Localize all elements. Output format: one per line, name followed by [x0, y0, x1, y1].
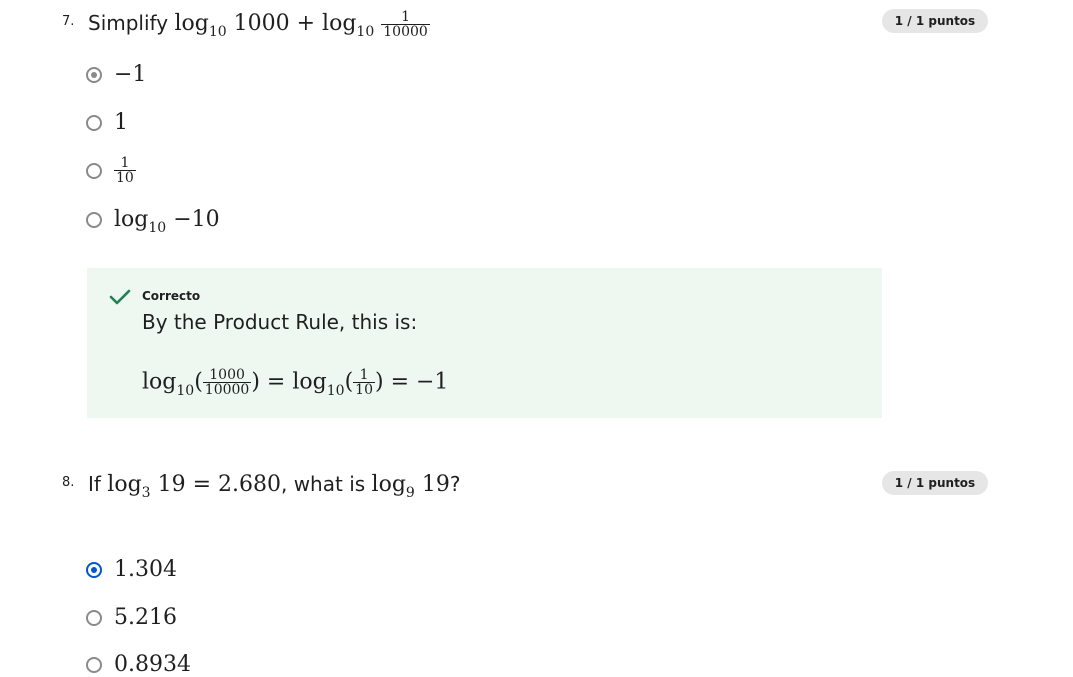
radio-button[interactable]: [86, 211, 102, 228]
option-label: log10 −10: [114, 207, 220, 236]
question-number: 8.: [62, 475, 75, 490]
feedback-panel: Correcto By the Product Rule, this is: l…: [87, 268, 882, 418]
option-label: 1: [114, 110, 128, 135]
radio-button[interactable]: [86, 656, 102, 673]
answer-option[interactable]: 5.216: [86, 605, 177, 630]
option-label: 1 10: [114, 155, 136, 186]
answer-option[interactable]: 1 10: [86, 156, 136, 185]
option-label: 1.304: [114, 557, 177, 582]
radio-button[interactable]: [86, 114, 102, 131]
points-badge: 1 / 1 puntos: [882, 471, 988, 495]
option-label: 0.8934: [114, 652, 191, 677]
answer-option[interactable]: −1: [86, 62, 146, 87]
answer-option[interactable]: log10 −10: [86, 207, 220, 236]
answer-option[interactable]: 0.8934: [86, 652, 191, 677]
question-number: 7.: [62, 14, 75, 29]
feedback-equation: log10(1000 10000) = log10(1 10) = −1: [142, 367, 449, 399]
radio-button[interactable]: [86, 66, 102, 83]
feedback-text: By the Product Rule, this is:: [142, 310, 418, 334]
check-icon: [109, 289, 131, 305]
feedback-title: Correcto: [142, 289, 201, 303]
radio-button[interactable]: [86, 162, 102, 179]
option-label: 5.216: [114, 605, 177, 630]
radio-button[interactable]: [86, 561, 102, 578]
points-badge: 1 / 1 puntos: [882, 9, 988, 33]
option-label: −1: [114, 62, 147, 87]
question-text: If log3 19 = 2.680, what is log9 19?: [88, 472, 461, 501]
question-text: Simplify log10 1000 + log10 1 10000: [88, 9, 430, 40]
radio-button[interactable]: [86, 609, 102, 626]
answer-option[interactable]: 1: [86, 110, 128, 135]
answer-option[interactable]: 1.304: [86, 557, 177, 582]
fraction: 1 10000: [381, 9, 430, 40]
